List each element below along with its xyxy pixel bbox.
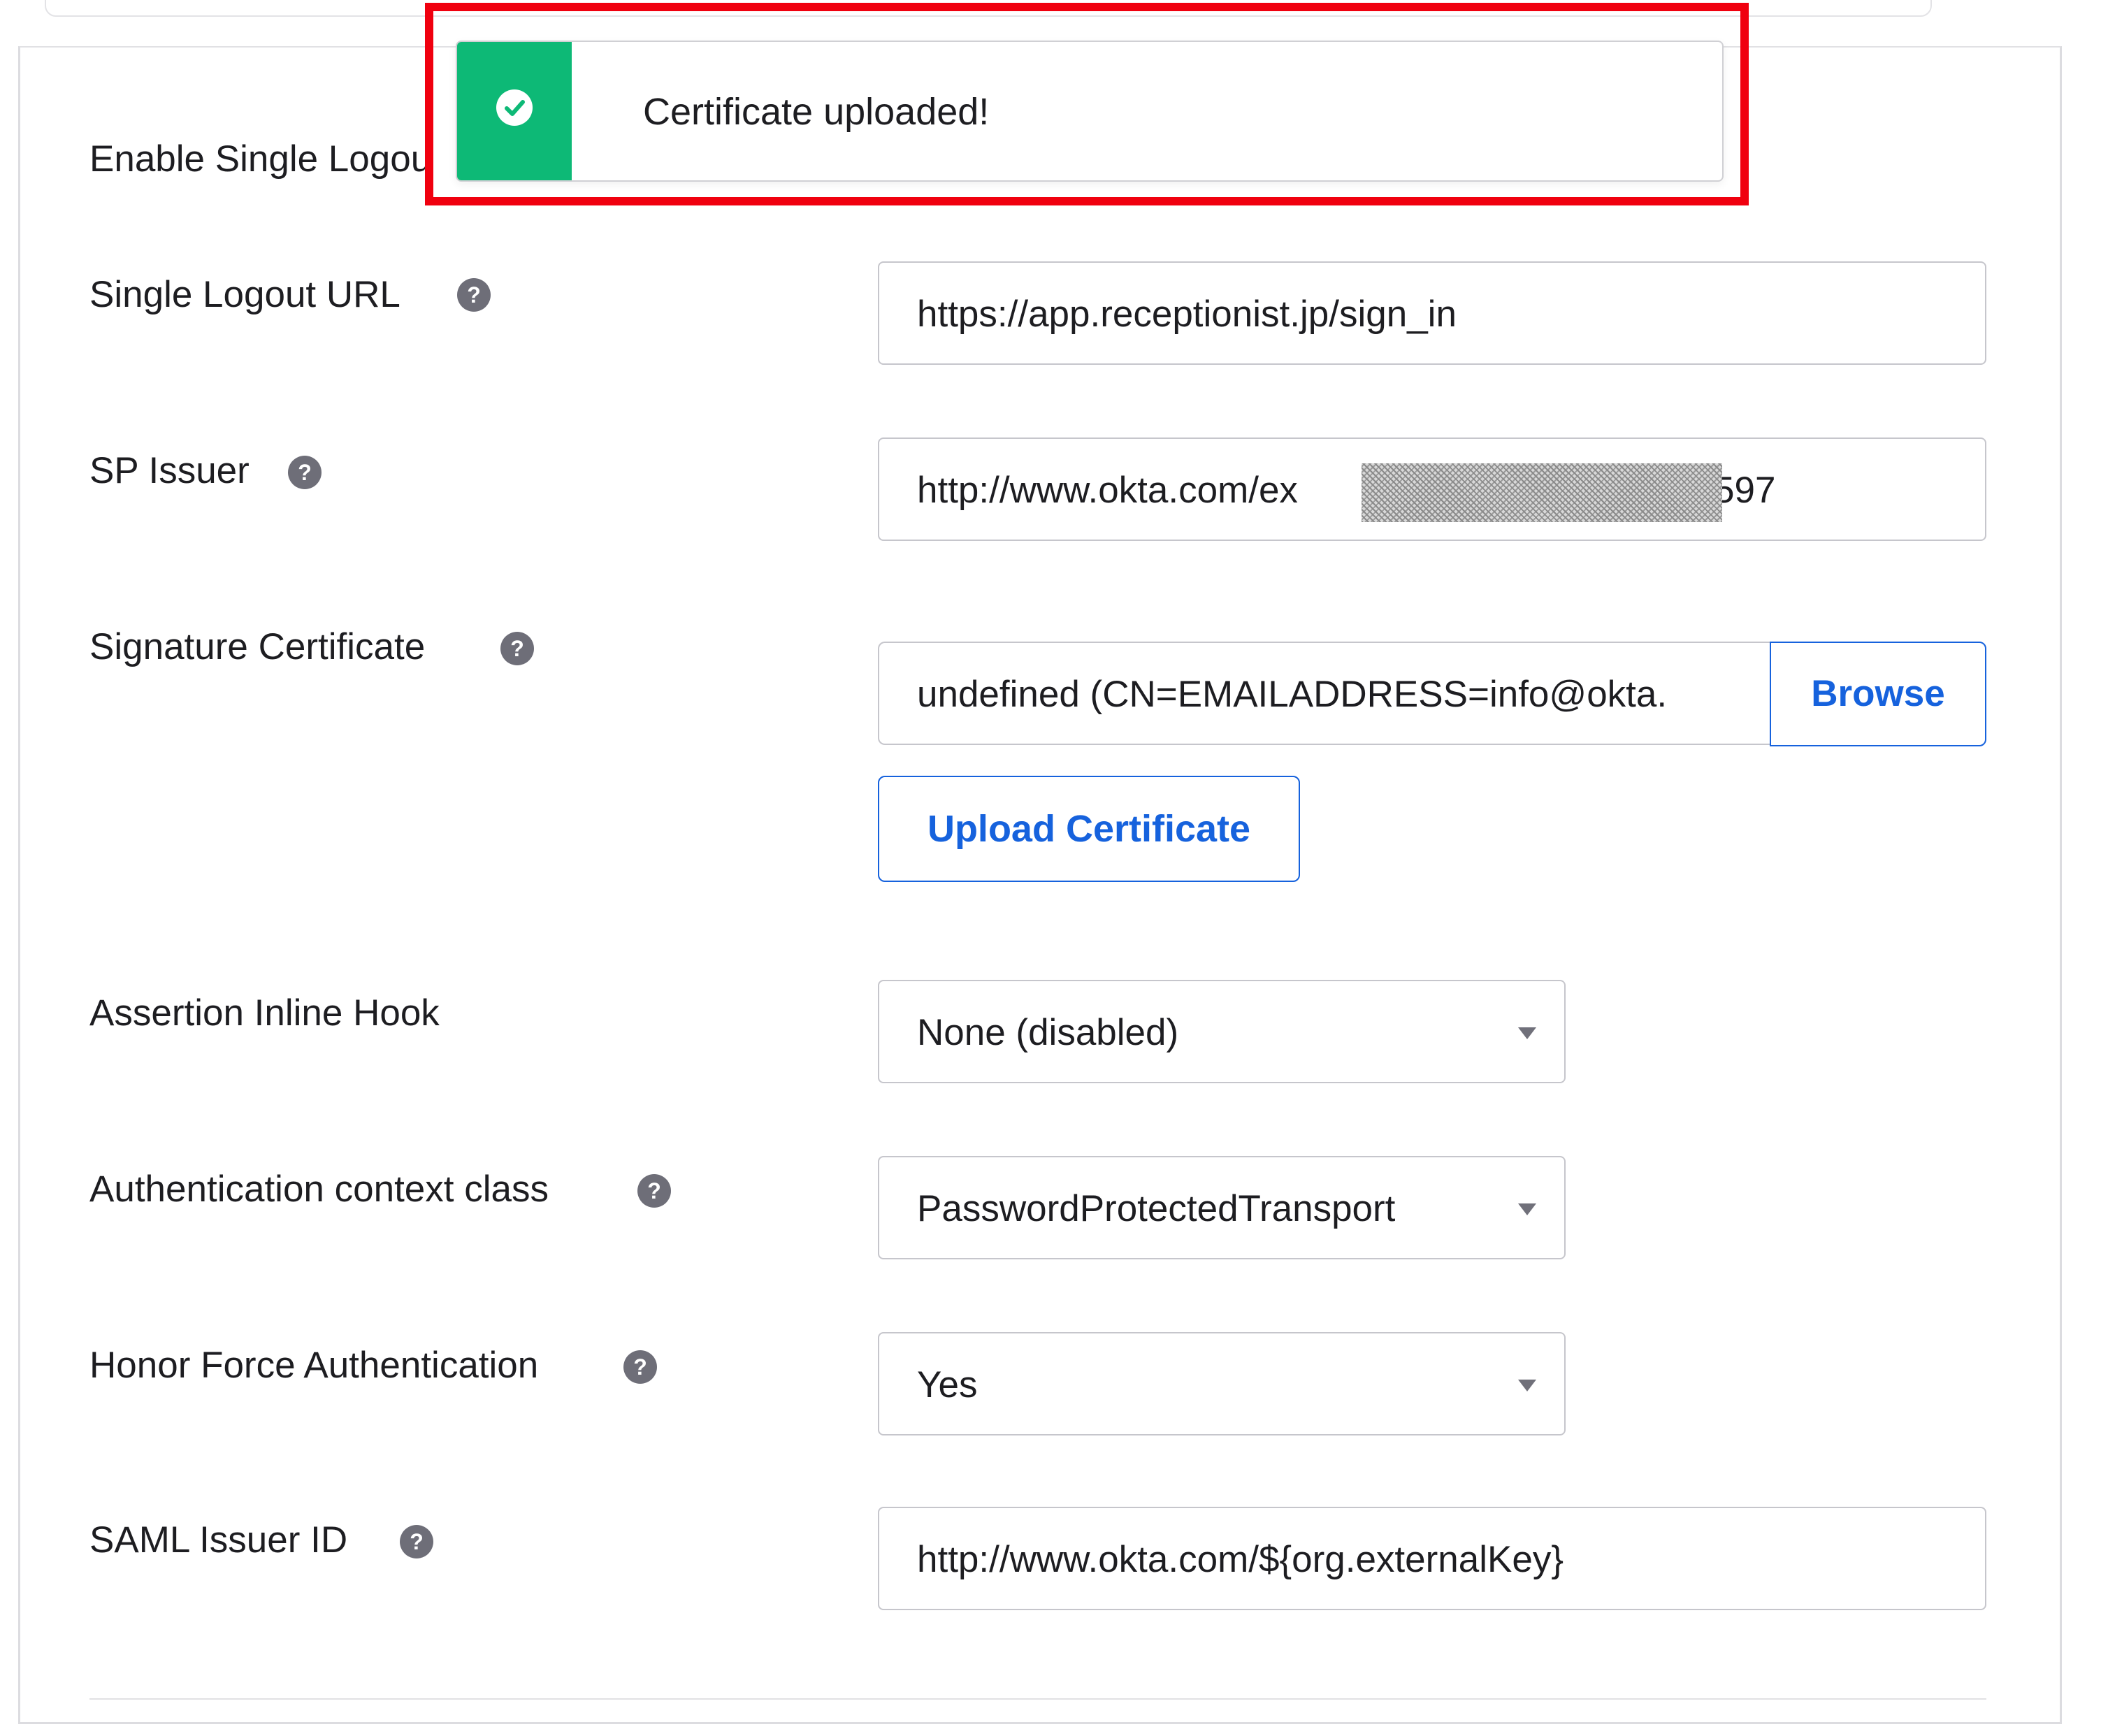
redacted-area xyxy=(1362,463,1722,522)
upload-certificate-button[interactable]: Upload Certificate xyxy=(878,776,1300,882)
section-divider xyxy=(89,1698,1986,1700)
saml-issuer-id-label: SAML Issuer ID xyxy=(89,1519,348,1561)
chevron-down-icon xyxy=(1518,1027,1536,1039)
single-logout-url-input[interactable]: https://app.receptionist.jp/sign_in xyxy=(878,261,1986,365)
assertion-inline-hook-selected: None (disabled) xyxy=(917,1012,1179,1053)
honor-force-authentication-selected: Yes xyxy=(917,1364,978,1405)
authentication-context-class-select[interactable]: PasswordProtectedTransport xyxy=(878,1156,1566,1259)
annotation-highlight-box xyxy=(425,3,1749,205)
sp-issuer-label: SP Issuer xyxy=(89,450,250,491)
saml-issuer-id-help-icon[interactable]: ? xyxy=(400,1525,433,1558)
signature-certificate-label: Signature Certificate xyxy=(89,626,426,667)
sp-issuer-value-suffix: 597 xyxy=(1714,470,1776,511)
single-logout-url-value: https://app.receptionist.jp/sign_in xyxy=(917,294,1457,335)
assertion-inline-hook-select[interactable]: None (disabled) xyxy=(878,980,1566,1083)
single-logout-url-help-icon[interactable]: ? xyxy=(457,278,491,312)
authentication-context-class-help-icon[interactable]: ? xyxy=(637,1174,671,1208)
signature-certificate-filename: undefined (CN=EMAILADDRESS=info@okta. xyxy=(917,674,1668,715)
assertion-inline-hook-label: Assertion Inline Hook xyxy=(89,992,440,1034)
chevron-down-icon xyxy=(1518,1203,1536,1215)
browse-button[interactable]: Browse xyxy=(1770,642,1986,746)
single-logout-url-label: Single Logout URL xyxy=(89,274,400,315)
authentication-context-class-selected: PasswordProtectedTransport xyxy=(917,1188,1396,1229)
chevron-down-icon xyxy=(1518,1380,1536,1391)
sp-issuer-help-icon[interactable]: ? xyxy=(288,456,322,489)
saml-issuer-id-value: http://www.okta.com/${org.externalKey} xyxy=(917,1539,1564,1580)
sp-issuer-value-prefix: http://www.okta.com/ex xyxy=(917,470,1298,511)
saml-issuer-id-input[interactable]: http://www.okta.com/${org.externalKey} xyxy=(878,1507,1986,1610)
signature-certificate-help-icon[interactable]: ? xyxy=(500,632,534,665)
enable-single-logout-label: Enable Single Logou xyxy=(89,138,432,180)
authentication-context-class-label: Authentication context class xyxy=(89,1169,549,1210)
signature-certificate-filename-input[interactable]: undefined (CN=EMAILADDRESS=info@okta. xyxy=(878,642,1771,745)
honor-force-authentication-select[interactable]: Yes xyxy=(878,1332,1566,1435)
honor-force-authentication-help-icon[interactable]: ? xyxy=(623,1350,657,1384)
honor-force-authentication-label: Honor Force Authentication xyxy=(89,1345,539,1386)
